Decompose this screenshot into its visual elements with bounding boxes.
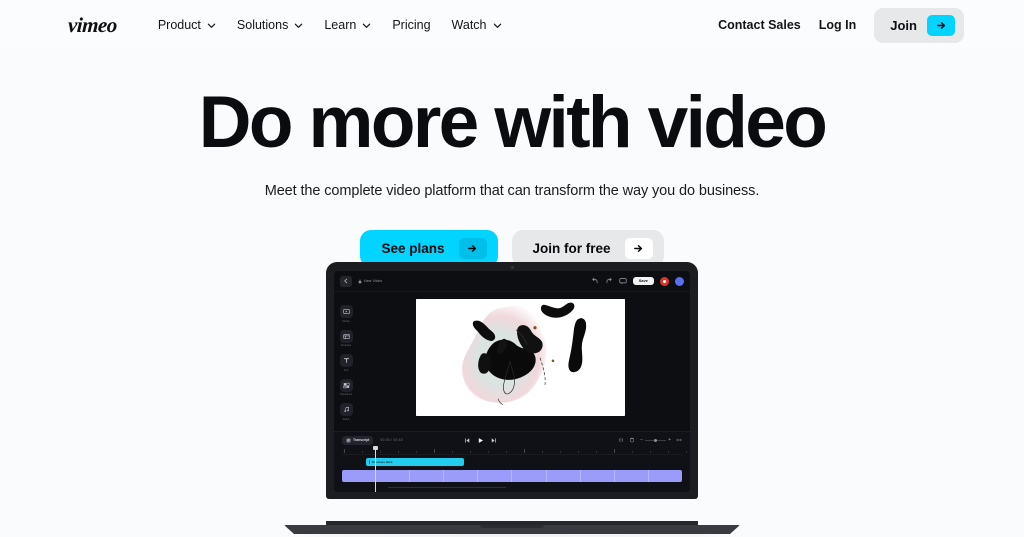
project-title-group[interactable]: New Video bbox=[358, 279, 382, 284]
chevron-down-icon bbox=[294, 21, 303, 30]
sidebar-item-text[interactable]: Text bbox=[339, 354, 353, 372]
save-button[interactable]: Save bbox=[632, 277, 654, 285]
timeline-zoom-slider[interactable]: − + bbox=[640, 437, 671, 443]
nav-label-learn: Learn bbox=[324, 18, 357, 32]
hero-section: Do more with video Meet the complete vid… bbox=[0, 50, 1024, 267]
redo-icon[interactable] bbox=[605, 277, 613, 285]
transcript-label: Transcript bbox=[353, 438, 370, 442]
project-title: New Video bbox=[364, 279, 383, 283]
editor-sidebar: Media Template Text Transitions Audio bbox=[334, 292, 358, 431]
sidebar-item-audio[interactable]: Audio bbox=[339, 403, 353, 421]
nav-item-learn[interactable]: Learn bbox=[315, 12, 380, 38]
text-clip[interactable]: Kia Goes Here bbox=[366, 458, 464, 466]
sidebar-label-media: Media bbox=[342, 319, 350, 323]
chevron-down-icon bbox=[207, 21, 216, 30]
laptop-mockup: New Video Save Media Template Text Trans… bbox=[284, 262, 740, 537]
sidebar-label-transitions: Transitions bbox=[339, 393, 353, 396]
nav-label-product: Product bbox=[157, 18, 201, 32]
transcript-icon bbox=[346, 438, 351, 442]
sidebar-label-template: Template bbox=[340, 344, 352, 347]
see-plans-label: See plans bbox=[381, 241, 445, 256]
audio-icon bbox=[339, 403, 353, 416]
nav-label-watch: Watch bbox=[451, 18, 487, 32]
fit-to-screen-icon[interactable] bbox=[676, 437, 682, 443]
transitions-icon bbox=[339, 378, 353, 392]
join-button[interactable]: Join bbox=[874, 7, 964, 43]
join-button-label: Join bbox=[890, 17, 917, 33]
undo-icon[interactable] bbox=[591, 277, 599, 285]
playback-controls bbox=[464, 437, 497, 444]
sidebar-label-text: Text bbox=[343, 368, 349, 372]
skip-forward-icon[interactable] bbox=[490, 437, 497, 444]
media-icon bbox=[339, 305, 353, 318]
editor-timeline: Transcript 00:04 / 00:40 − + Kia Goes He… bbox=[334, 431, 690, 492]
template-icon bbox=[339, 329, 353, 343]
header-actions: Contact Sales Log In Join bbox=[718, 0, 964, 50]
back-arrow-icon[interactable] bbox=[340, 275, 352, 287]
chevron-down-icon bbox=[493, 21, 502, 30]
sidebar-label-audio: Audio bbox=[342, 417, 350, 421]
trash-icon[interactable] bbox=[629, 437, 635, 443]
laptop-notch bbox=[480, 525, 544, 528]
editor-topbar: New Video Save bbox=[334, 271, 690, 292]
laptop-shadow bbox=[302, 533, 722, 536]
timeline-ruler[interactable] bbox=[342, 448, 687, 455]
video-preview[interactable] bbox=[415, 298, 625, 417]
zoom-in-icon[interactable]: + bbox=[668, 437, 671, 443]
audio-waveform bbox=[388, 487, 506, 488]
arrow-right-icon bbox=[458, 238, 487, 259]
lock-icon bbox=[358, 279, 362, 283]
comment-icon[interactable] bbox=[619, 277, 627, 285]
nav-item-product[interactable]: Product bbox=[149, 12, 225, 38]
sidebar-item-media[interactable]: Media bbox=[339, 305, 353, 323]
play-icon[interactable] bbox=[477, 437, 484, 444]
nav-item-watch[interactable]: Watch bbox=[443, 12, 511, 38]
contact-sales-link[interactable]: Contact Sales bbox=[718, 18, 801, 32]
editor-body: Media Template Text Transitions Audio bbox=[334, 292, 690, 431]
sidebar-item-template[interactable]: Template bbox=[339, 329, 353, 347]
vimeo-logo[interactable]: vimeo bbox=[67, 13, 117, 38]
timecode-display: 00:04 / 00:40 bbox=[380, 438, 403, 442]
editor-screen: New Video Save Media Template Text Trans… bbox=[334, 271, 690, 492]
join-for-free-label: Join for free bbox=[532, 241, 611, 256]
skip-back-icon[interactable] bbox=[464, 437, 471, 444]
playhead[interactable] bbox=[373, 446, 378, 492]
nav-label-solutions: Solutions bbox=[236, 18, 289, 32]
text-icon bbox=[339, 354, 353, 367]
vimeo-logo-text: vimeo bbox=[67, 12, 118, 37]
arrow-right-icon bbox=[624, 238, 653, 259]
webcam-icon bbox=[510, 266, 514, 269]
log-in-link[interactable]: Log In bbox=[819, 18, 857, 32]
clip-handle[interactable] bbox=[369, 460, 370, 464]
site-header: vimeo Product Solutions Learn Pricing Wa… bbox=[0, 0, 1024, 50]
timeline-toolbar: Transcript 00:04 / 00:40 − + bbox=[342, 432, 682, 448]
chevron-down-icon bbox=[362, 21, 371, 30]
preview-artwork bbox=[415, 298, 625, 417]
video-track-clip[interactable] bbox=[342, 470, 682, 482]
primary-nav: Product Solutions Learn Pricing Watch bbox=[149, 12, 511, 38]
page-title: Do more with video bbox=[198, 82, 828, 163]
nav-item-pricing[interactable]: Pricing bbox=[383, 12, 439, 38]
laptop-lid: New Video Save Media Template Text Trans… bbox=[326, 262, 698, 499]
nav-item-solutions[interactable]: Solutions bbox=[228, 12, 312, 38]
record-icon[interactable] bbox=[660, 276, 669, 286]
editor-canvas bbox=[358, 292, 690, 431]
zoom-out-icon[interactable]: − bbox=[640, 437, 643, 443]
transcript-button[interactable]: Transcript bbox=[342, 435, 374, 445]
editor-topbar-actions: Save bbox=[591, 276, 684, 286]
hero-subheading: Meet the complete video platform that ca… bbox=[264, 183, 760, 199]
timeline-tracks: Kia Goes Here bbox=[342, 446, 682, 492]
split-icon[interactable] bbox=[618, 437, 624, 443]
nav-label-pricing: Pricing bbox=[392, 18, 431, 32]
landing-page: vimeo Product Solutions Learn Pricing Wa… bbox=[0, 0, 1024, 537]
sidebar-item-transitions[interactable]: Transitions bbox=[339, 378, 353, 396]
avatar[interactable] bbox=[675, 276, 684, 286]
timeline-tools: − + bbox=[618, 437, 682, 443]
laptop-base bbox=[284, 521, 740, 537]
arrow-right-icon bbox=[927, 14, 955, 36]
